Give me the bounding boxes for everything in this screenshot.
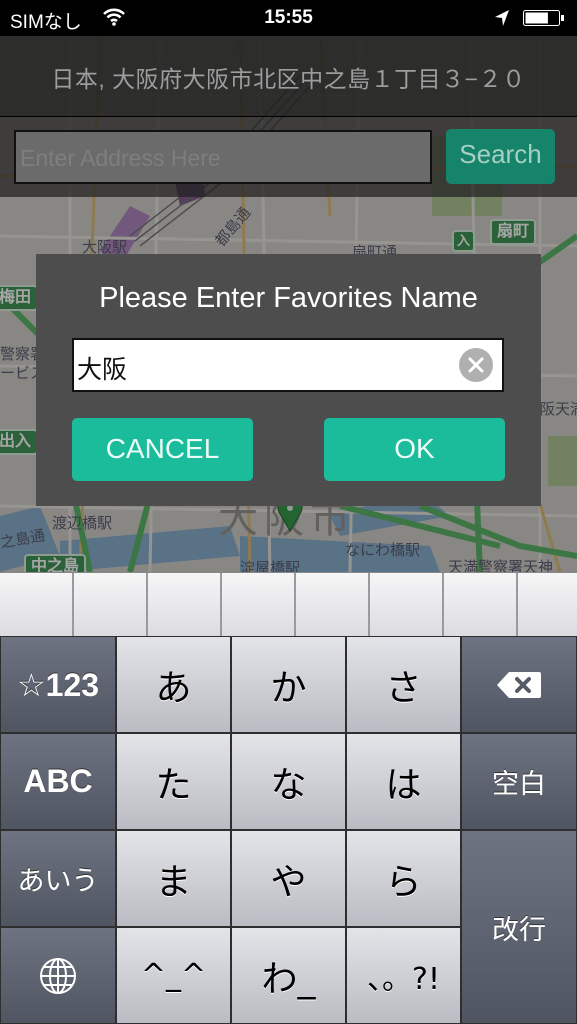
search-placeholder: Enter Address Here bbox=[20, 145, 221, 171]
address-header: 日本, 大阪府大阪市北区中之島１丁目３−２０ bbox=[0, 36, 577, 117]
key-na[interactable]: な bbox=[231, 733, 346, 830]
location-arrow-icon bbox=[494, 9, 510, 32]
globe-icon bbox=[40, 957, 76, 994]
key-punctuation[interactable]: 、。?! bbox=[346, 927, 461, 1024]
key-ha[interactable]: は bbox=[346, 733, 461, 830]
key-wa[interactable]: わ_ bbox=[231, 927, 346, 1024]
address-search-input[interactable]: Enter Address Here bbox=[14, 130, 432, 184]
key-ra[interactable]: ら bbox=[346, 830, 461, 927]
search-bar: Enter Address Here Search bbox=[0, 117, 577, 197]
key-numbers[interactable]: ☆123 bbox=[0, 636, 116, 733]
clear-text-button[interactable] bbox=[459, 348, 493, 382]
backspace-icon bbox=[497, 671, 541, 698]
space-key[interactable]: 空白 bbox=[461, 733, 577, 830]
key-ya[interactable]: や bbox=[231, 830, 346, 927]
current-address: 日本, 大阪府大阪市北区中之島１丁目３−２０ bbox=[51, 66, 526, 92]
candidate-slot[interactable] bbox=[444, 573, 518, 637]
close-icon bbox=[468, 357, 484, 373]
clock: 15:55 bbox=[264, 7, 313, 28]
favorite-name-input[interactable]: 大阪 bbox=[72, 338, 504, 392]
globe-key[interactable] bbox=[0, 927, 116, 1024]
search-button[interactable]: Search bbox=[446, 129, 555, 184]
japanese-kana-keyboard: ☆123 あ か さ ABC た な は 空白 あいう ま や ら 改行 ^_^… bbox=[0, 636, 577, 1024]
key-a[interactable]: あ bbox=[116, 636, 231, 733]
key-ma[interactable]: ま bbox=[116, 830, 231, 927]
ok-button[interactable]: OK bbox=[324, 418, 505, 481]
candidate-slot[interactable] bbox=[296, 573, 370, 637]
key-ka[interactable]: か bbox=[231, 636, 346, 733]
key-kana[interactable]: あいう bbox=[0, 830, 116, 927]
candidate-slot[interactable] bbox=[518, 573, 577, 637]
dialog-title: Please Enter Favorites Name bbox=[99, 282, 478, 314]
key-emoticon[interactable]: ^_^ bbox=[116, 927, 231, 1024]
battery-icon bbox=[523, 10, 565, 26]
key-sa[interactable]: さ bbox=[346, 636, 461, 733]
candidate-slot[interactable] bbox=[222, 573, 296, 637]
candidate-slot[interactable] bbox=[148, 573, 222, 637]
candidate-slot[interactable] bbox=[370, 573, 444, 637]
candidate-slot[interactable] bbox=[74, 573, 148, 637]
cancel-button[interactable]: CANCEL bbox=[72, 418, 253, 481]
candidate-bar bbox=[0, 572, 577, 637]
key-abc[interactable]: ABC bbox=[0, 733, 116, 830]
key-ta[interactable]: た bbox=[116, 733, 231, 830]
candidate-slot[interactable] bbox=[0, 573, 74, 637]
favorites-name-dialog: Please Enter Favorites Name 大阪 CANCEL OK bbox=[36, 254, 541, 506]
backspace-key[interactable] bbox=[461, 636, 577, 733]
return-key[interactable]: 改行 bbox=[461, 830, 577, 1024]
status-bar: SIMなし 15:55 bbox=[0, 0, 577, 36]
favorite-name-value: 大阪 bbox=[77, 355, 128, 384]
